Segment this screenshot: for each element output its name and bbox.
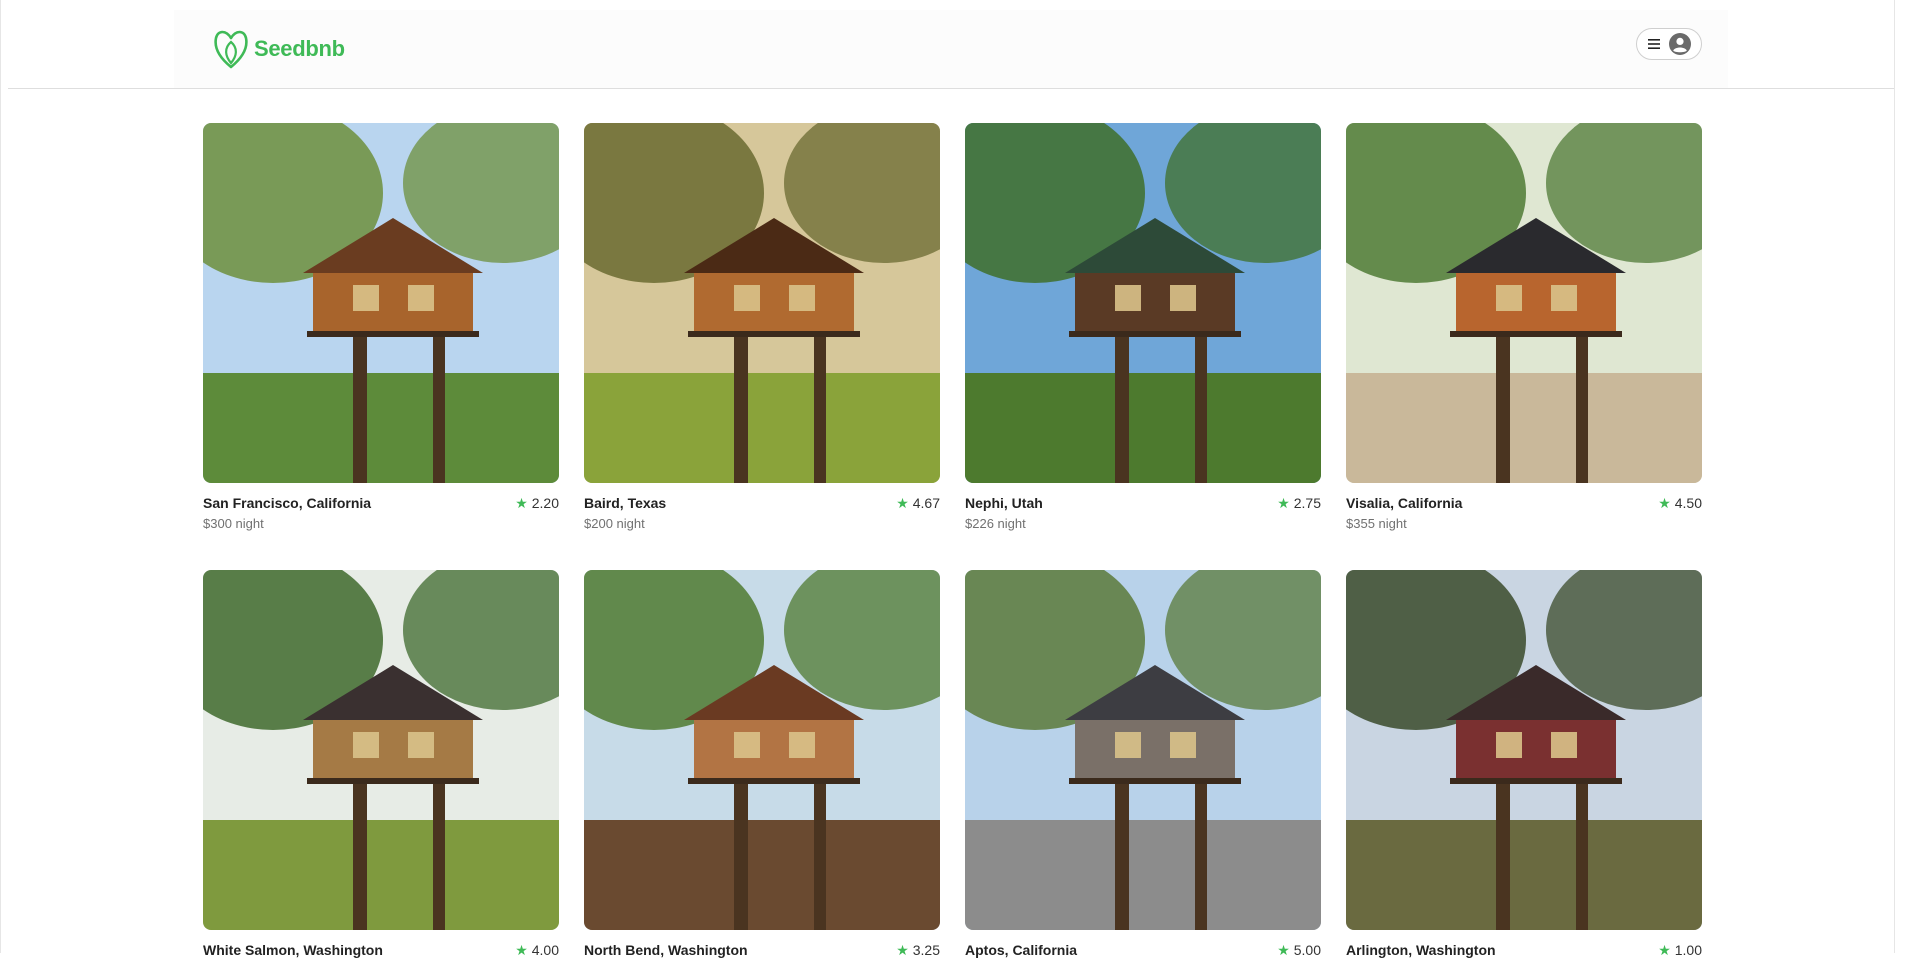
listing-location: White Salmon, Washington	[203, 942, 383, 958]
listing-rating-value: 4.50	[1674, 495, 1702, 511]
page-edge-right	[1894, 0, 1895, 953]
menu-icon	[1648, 39, 1660, 49]
listing-photo[interactable]	[1346, 123, 1702, 483]
listing-rating: ★ 1.00	[1658, 942, 1702, 958]
listing-rating: ★ 2.20	[515, 495, 559, 511]
listing-photo[interactable]	[203, 123, 559, 483]
listing-rating-value: 4.00	[531, 942, 559, 958]
listing-photo[interactable]	[203, 570, 559, 930]
page-edge-left	[0, 0, 1, 953]
listing-price: $355 night	[1346, 516, 1407, 531]
listing-location: Visalia, California	[1346, 495, 1463, 511]
listing-rating: ★ 5.00	[1277, 942, 1321, 958]
header-divider	[8, 88, 1894, 89]
listing-rating-value: 3.25	[912, 942, 940, 958]
listing-photo[interactable]	[965, 123, 1321, 483]
listing-card[interactable]: Arlington, Washington ★ 1.00	[1346, 570, 1702, 963]
listing-price: $200 night	[584, 516, 645, 531]
listing-location: San Francisco, California	[203, 495, 372, 511]
star-icon: ★	[515, 942, 528, 958]
listing-location: Nephi, Utah	[965, 495, 1043, 511]
listing-photo[interactable]	[965, 570, 1321, 930]
listing-rating: ★ 4.67	[896, 495, 940, 511]
listing-location: North Bend, Washington	[584, 942, 748, 958]
listing-rating-value: 5.00	[1293, 942, 1321, 958]
listing-card[interactable]: Baird, Texas ★ 4.67 $200 night	[584, 123, 940, 531]
listing-rating: ★ 4.50	[1658, 495, 1702, 511]
listing-card[interactable]: North Bend, Washington ★ 3.25	[584, 570, 940, 963]
star-icon: ★	[1277, 942, 1290, 958]
listing-card[interactable]: San Francisco, California ★ 2.20 $300 ni…	[203, 123, 559, 531]
listing-rating: ★ 2.75	[1277, 495, 1321, 511]
listing-photo[interactable]	[584, 570, 940, 930]
star-icon: ★	[896, 942, 909, 958]
listing-rating-value: 2.75	[1293, 495, 1321, 511]
user-avatar-icon	[1669, 33, 1691, 55]
user-menu-button[interactable]	[1636, 28, 1702, 60]
logo[interactable]: Seedbnb	[212, 28, 345, 70]
listing-card[interactable]: Aptos, California ★ 5.00	[965, 570, 1321, 963]
star-icon: ★	[515, 495, 528, 511]
listing-rating: ★ 4.00	[515, 942, 559, 958]
listing-rating-value: 4.67	[912, 495, 940, 511]
listing-card[interactable]: Nephi, Utah ★ 2.75 $226 night	[965, 123, 1321, 531]
star-icon: ★	[1658, 495, 1671, 511]
star-icon: ★	[1277, 495, 1290, 511]
listing-rating-value: 1.00	[1674, 942, 1702, 958]
listing-photo[interactable]	[1346, 570, 1702, 930]
top-navigation-bar	[174, 10, 1728, 88]
logo-text: Seedbnb	[254, 36, 345, 61]
listing-photo[interactable]	[584, 123, 940, 483]
listing-location: Aptos, California	[965, 942, 1078, 958]
listing-rating: ★ 3.25	[896, 942, 940, 958]
seedling-logo-icon	[214, 30, 248, 69]
listing-price: $300 night	[203, 516, 264, 531]
listing-location: Arlington, Washington	[1346, 942, 1496, 958]
listing-price: $226 night	[965, 516, 1026, 531]
listing-card[interactable]: Visalia, California ★ 4.50 $355 night	[1346, 123, 1702, 531]
star-icon: ★	[896, 495, 909, 511]
listing-rating-value: 2.20	[531, 495, 559, 511]
listing-card[interactable]: White Salmon, Washington ★ 4.00	[203, 570, 559, 963]
listing-location: Baird, Texas	[584, 495, 667, 511]
star-icon: ★	[1658, 942, 1671, 958]
